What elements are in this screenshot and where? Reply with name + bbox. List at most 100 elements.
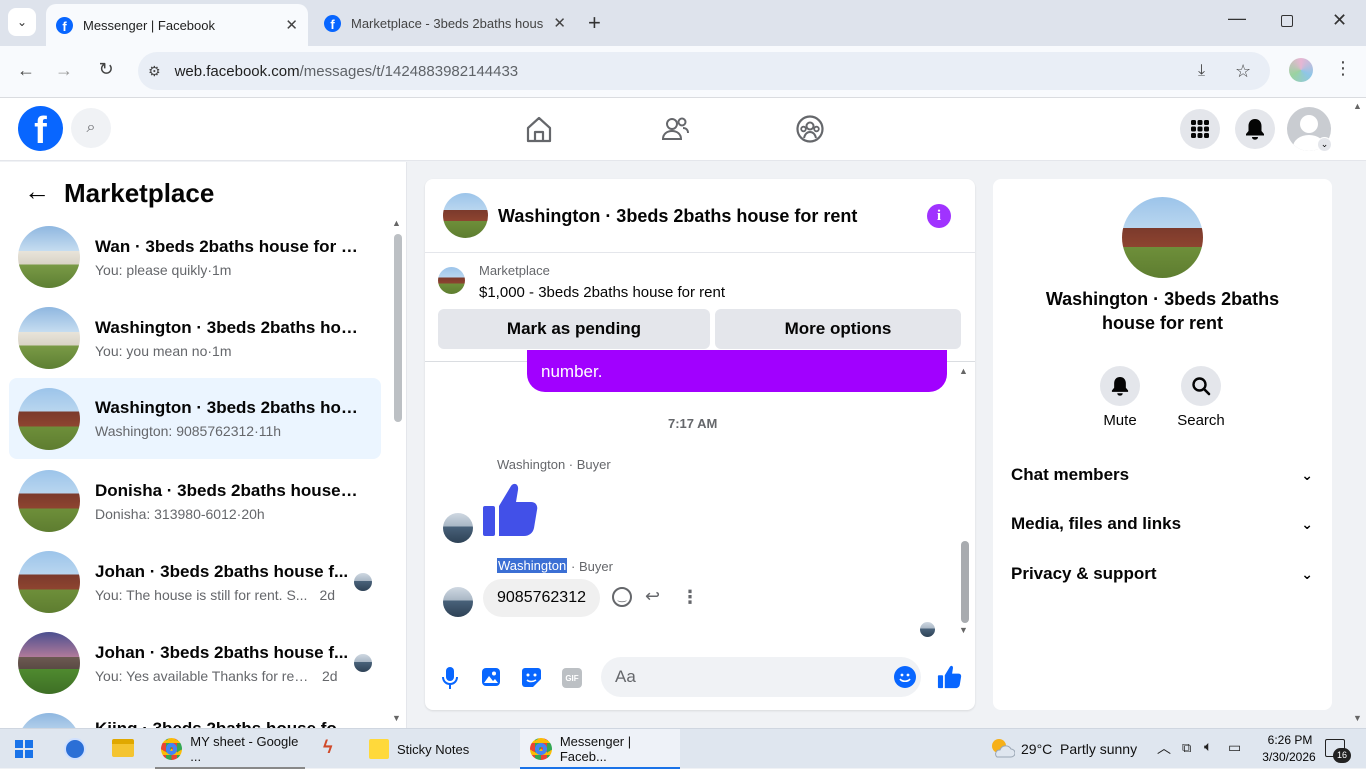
browser-tab-bar: ⌄ f Messenger | Facebook ✕ f Marketplace…: [0, 0, 1366, 46]
listing-thumbnail: [18, 713, 80, 728]
browser-menu-icon[interactable]: ⋮: [1334, 58, 1352, 79]
forward-icon[interactable]: →: [49, 60, 79, 81]
notifications-button[interactable]: [1235, 109, 1275, 149]
send-like-icon[interactable]: [937, 665, 962, 694]
back-icon[interactable]: ←: [11, 60, 41, 81]
conversation-item[interactable]: Wan · 3beds 2baths house for re... You: …: [9, 218, 381, 296]
scroll-up-icon[interactable]: ▲: [392, 218, 401, 228]
weather-icon[interactable]: [989, 737, 1016, 759]
listing-text[interactable]: $1,000 - 3beds 2baths house for rent: [479, 284, 725, 301]
menu-grid-button[interactable]: [1180, 109, 1220, 149]
taskbar-item-label: Messenger | Faceb...: [559, 734, 632, 764]
thumbs-up-sticker-icon[interactable]: [481, 482, 539, 538]
back-arrow-icon[interactable]: ←: [24, 176, 50, 207]
listing-thumbnail: [18, 226, 80, 288]
site-info-icon[interactable]: ⚙: [148, 63, 161, 80]
profile-photo[interactable]: [1122, 197, 1203, 278]
tab-marketplace[interactable]: f Marketplace - 3beds 2baths house for r…: [314, 6, 576, 40]
bookmark-star-icon[interactable]: ☆: [1235, 61, 1251, 82]
conversation-item[interactable]: Washington · 3beds 2baths hou... You: yo…: [9, 299, 381, 377]
volume-icon[interactable]: 🔈︎: [1204, 738, 1212, 755]
mute-button[interactable]: [1100, 366, 1140, 406]
chat-scroll-down-icon[interactable]: ▼: [959, 625, 968, 635]
sidebar-scrollbar[interactable]: [394, 234, 402, 422]
conversation-title: Kiing · 3beds 2baths house for r...: [95, 719, 360, 728]
chevron-down-icon: ⌄: [1301, 515, 1313, 532]
more-options-button[interactable]: More options: [715, 309, 961, 349]
message-input[interactable]: Aa: [601, 657, 921, 697]
taskbar-item-chrome-sheet[interactable]: MY sheet - Google ...: [155, 729, 305, 769]
microphone-icon[interactable]: [441, 666, 459, 695]
conversation-item[interactable]: Johan · 3beds 2baths house f... You: The…: [9, 543, 381, 621]
url-path: /messages/t/1424883982144433: [299, 62, 519, 80]
close-tab-icon[interactable]: ✕: [285, 16, 298, 34]
conversation-item[interactable]: Kiing · 3beds 2baths house for r...: [9, 705, 381, 728]
sender-avatar[interactable]: [443, 587, 473, 617]
account-chevron-icon[interactable]: ⌄: [1317, 137, 1332, 152]
home-icon[interactable]: [524, 114, 554, 144]
display-icon[interactable]: ▭: [1228, 739, 1241, 756]
scroll-down-icon[interactable]: ▼: [392, 713, 401, 723]
info-icon[interactable]: i: [927, 204, 951, 228]
chat-members-section[interactable]: Chat members ⌄: [1011, 465, 1313, 485]
tray-chevron-icon[interactable]: ︿: [1157, 738, 1171, 758]
conversation-item[interactable]: Donisha · 3beds 2baths house f... Donish…: [9, 462, 381, 540]
section-label: Privacy & support: [1011, 564, 1157, 583]
network-icon[interactable]: ⧉: [1182, 740, 1191, 756]
message-input-placeholder: Aa: [615, 667, 636, 686]
clock-date[interactable]: 3/30/2026: [1256, 750, 1322, 764]
close-tab-icon[interactable]: ✕: [553, 14, 566, 32]
restore-icon[interactable]: [1281, 15, 1293, 27]
conversation-item[interactable]: Johan · 3beds 2baths house f... You: Yes…: [9, 624, 381, 702]
tab-search-button[interactable]: ⌄: [8, 8, 36, 36]
tab-messenger[interactable]: f Messenger | Facebook ✕: [46, 4, 308, 46]
chat-scroll-up-icon[interactable]: ▲: [959, 366, 968, 376]
search-label: Search: [1177, 412, 1225, 429]
taskbar-item-messenger[interactable]: Messenger | Faceb...: [520, 729, 680, 769]
friends-icon[interactable]: [660, 114, 690, 144]
page-scroll-down-icon[interactable]: ▼: [1353, 713, 1362, 723]
reload-icon[interactable]: ↻: [91, 59, 121, 80]
sender-name: Washington · Buyer: [497, 457, 611, 472]
sender-avatar[interactable]: [443, 513, 473, 543]
privacy-support-section[interactable]: Privacy & support ⌄: [1011, 564, 1313, 584]
media-files-links-section[interactable]: Media, files and links ⌄: [1011, 514, 1313, 534]
facebook-logo[interactable]: f: [18, 106, 63, 151]
sticker-icon[interactable]: [521, 667, 542, 693]
search-conversation-button[interactable]: [1181, 366, 1221, 406]
file-explorer-icon[interactable]: [112, 739, 134, 757]
minimize-icon[interactable]: —: [1228, 8, 1246, 29]
search-button[interactable]: ⌕: [71, 108, 111, 148]
conversation-time: 2d: [322, 667, 338, 684]
chat-avatar[interactable]: [443, 193, 488, 238]
react-emoji-icon[interactable]: ‿: [612, 587, 632, 607]
seen-avatar: [354, 573, 372, 591]
mark-as-pending-button[interactable]: Mark as pending: [438, 309, 710, 349]
close-window-icon[interactable]: ✕: [1332, 10, 1347, 31]
message-bubble-sent[interactable]: number.: [527, 350, 947, 392]
groups-icon[interactable]: [795, 114, 825, 144]
photo-icon[interactable]: [481, 667, 501, 692]
reply-icon[interactable]: ↩: [645, 586, 660, 607]
weather-text[interactable]: 29°C Partly sunny: [1021, 729, 1137, 769]
chat-scrollbar[interactable]: [961, 541, 969, 623]
message-bubble-received[interactable]: 9085762312: [483, 579, 600, 617]
taskbar-item-sticky-notes[interactable]: Sticky Notes: [365, 729, 515, 769]
clock-time[interactable]: 6:26 PM: [1260, 733, 1320, 747]
page-scroll-up-icon[interactable]: ▲: [1353, 101, 1362, 111]
search-icon: [1192, 377, 1211, 396]
profile-icon[interactable]: [1289, 58, 1313, 82]
windows-start-icon[interactable]: [15, 740, 33, 758]
new-tab-icon[interactable]: +: [588, 10, 601, 36]
paint-app-icon[interactable]: ϟ: [323, 737, 345, 761]
conversation-item-selected[interactable]: Washington · 3beds 2baths hou... Washing…: [9, 378, 381, 459]
install-app-icon[interactable]: ⤓: [1198, 62, 1205, 80]
more-message-options-icon[interactable]: ⋮: [681, 587, 699, 608]
address-bar[interactable]: ⚙ web.facebook.com/messages/t/1424883982…: [138, 52, 1270, 90]
emoji-icon[interactable]: [894, 666, 916, 688]
chat-title[interactable]: Washington · 3beds 2baths house for rent: [498, 206, 857, 227]
bell-icon: [1246, 119, 1264, 140]
chat-panel: Washington · 3beds 2baths house for rent…: [425, 179, 975, 710]
vpn-app-icon[interactable]: [64, 738, 86, 760]
conversation-preview: Donisha: 313980-6012: [95, 505, 237, 522]
